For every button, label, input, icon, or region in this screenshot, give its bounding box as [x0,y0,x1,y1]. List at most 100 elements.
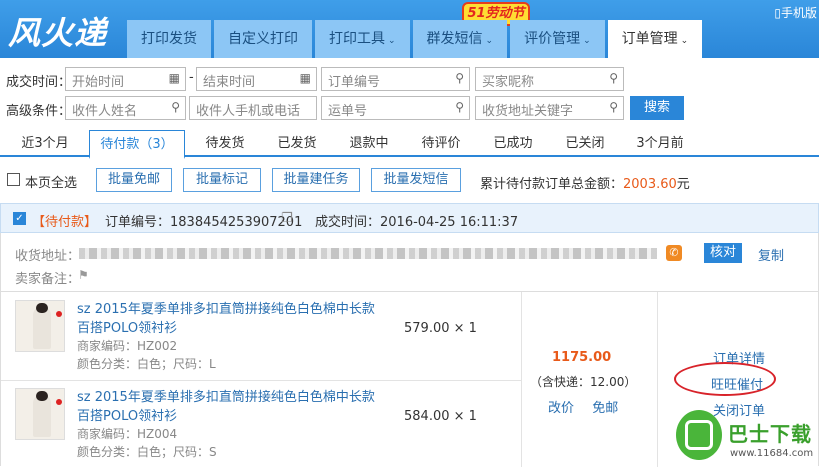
mobile-label: 手机版 [780,6,817,20]
tab-label: 打印发货 [141,31,197,47]
free-shipping-link[interactable]: 免邮 [592,401,618,416]
order-checkbox[interactable]: ✓ [13,212,26,225]
order-address-block: 收货地址： ✆ 核对 复制 卖家备注： ⚑ [0,233,819,291]
product-figure [33,395,51,437]
tab-awaiting-payment[interactable]: 待付款（3） [89,130,185,159]
recipient-name-placeholder: 收件人姓名 [72,104,138,119]
chevron-down-icon: ⌄ [583,36,591,46]
bulk-create-task-button[interactable]: 批量建任务 [272,168,360,192]
recipient-name-input[interactable]: 收件人姓名 ⚲ [65,96,186,120]
tab-label: 自定义打印 [228,31,298,47]
phone-icon: ▯ [774,6,781,20]
order-status-tabs: 近3个月 待付款（3） 待发货 已发货 退款中 待评价 已成功 已关闭 3个月前 [0,130,819,159]
order-header: ✓ 【待付款】 订单编号：1838454253907201 ❐ 成交时间：201… [0,203,819,233]
flag-icon[interactable]: ⚑ [78,268,89,282]
tab-print-ship[interactable]: 打印发货 [127,20,211,58]
tab-order-manage[interactable]: 订单管理 ⌄ [607,20,703,58]
chevron-down-icon: ⌄ [680,36,689,46]
tab-last-3-months[interactable]: 近3个月 [10,130,80,157]
lantern-decoration [56,399,62,405]
select-all-checkbox[interactable] [7,173,20,186]
tab-awaiting-review[interactable]: 待评价 [408,130,474,157]
app-logo[interactable]: 风火递 [8,8,107,54]
bulk-free-shipping-button[interactable]: 批量免邮 [96,168,172,192]
end-time-input[interactable]: 结束时间 ▦ [196,67,317,91]
modify-price-link[interactable]: 改价 [548,401,574,416]
tab-label: 订单管理 [621,31,678,47]
bulk-mark-button[interactable]: 批量标记 [183,168,261,192]
item-price: 579.00 × 1 [404,321,477,336]
waybill-input[interactable]: 运单号 ⚲ [321,96,470,120]
start-time-input[interactable]: 开始时间 ▦ [65,67,186,91]
site-watermark: 巴士下载 www.11684.com [672,406,819,466]
watermark-text: 巴士下载 [728,422,812,446]
highlight-ring [674,362,776,396]
recipient-phone-placeholder: 收件人手机或电话 [196,104,301,119]
start-time-placeholder: 开始时间 [72,75,125,90]
copy-address-link[interactable]: 复制 [758,245,784,264]
chevron-down-icon: ⌄ [388,36,396,46]
select-all-label: 本页全选 [25,176,78,191]
payment-amount: 1175.00 [552,350,612,365]
search-icon: ⚲ [609,71,618,85]
bulk-send-sms-button[interactable]: 批量发短信 [371,168,461,192]
end-time-placeholder: 结束时间 [203,75,256,90]
address-keyword-input[interactable]: 收货地址关键字 ⚲ [475,96,624,120]
tab-review-manage[interactable]: 评价管理 ⌄ [510,20,605,58]
search-icon: ⚲ [455,71,464,85]
product-spec: 颜色分类：白色；尺码：S [77,445,217,459]
seller-note-label: 卖家备注： [15,272,81,287]
tab-awaiting-shipment[interactable]: 待发货 [192,130,258,157]
merchant-code: 商家编码：HZ002 [77,339,178,353]
recipient-phone-input[interactable]: 收件人手机或电话 [189,96,317,120]
product-figure-head [36,391,48,401]
shipping-fee: （含快递：12.00） [530,375,637,389]
search-button[interactable]: 搜索 [630,96,684,120]
order-item: sz 2015年夏季单排多扣直筒拼接纯色白色棉中长款百搭POLO领衬衫 商家编码… [1,380,521,468]
tab-older-than-3-months[interactable]: 3个月前 [624,130,696,157]
order-number: 订单编号：1838454253907201 [105,211,302,230]
product-figure-head [36,303,48,313]
bulk-actions-bar: 本页全选 批量免邮 批量标记 批量建任务 批量发短信 累计待付款订单总金额：20… [0,168,819,193]
tab-succeeded[interactable]: 已成功 [480,130,546,157]
range-dash: - [189,70,194,85]
address-keyword-placeholder: 收货地址关键字 [482,104,574,119]
product-thumbnail[interactable] [15,388,65,440]
tab-custom-print[interactable]: 自定义打印 [214,20,312,58]
tab-shipped[interactable]: 已发货 [264,130,330,157]
verify-button[interactable]: 核对 [704,243,742,263]
waybill-placeholder: 运单号 [328,104,368,119]
total-unit: 元 [676,177,690,192]
advanced-label: 高级条件： [6,104,72,119]
order-item: sz 2015年夏季单排多扣直筒拼接纯色白色棉中长款百搭POLO领衬衫 商家编码… [1,292,521,380]
deal-time: 成交时间：2016-04-25 16:11:37 [315,211,518,230]
price-actions: 改价 免邮 [548,397,618,416]
product-figure [33,307,51,349]
calendar-icon: ▦ [168,71,180,85]
watermark-logo-icon [676,410,722,460]
product-thumbnail[interactable] [15,300,65,352]
tab-label: 群发短信 [426,31,483,47]
product-spec: 颜色分类：白色；尺码：L [77,357,216,371]
mobile-version-link[interactable]: ▯手机版 [774,4,817,21]
pending-total: 累计待付款订单总金额：2003.60元 [480,173,690,192]
total-label: 累计待付款订单总金额： [480,177,624,192]
buyer-nickname-placeholder: 买家昵称 [482,75,535,90]
search-icon: ⚲ [455,100,464,114]
phone-icon[interactable]: ✆ [666,245,682,261]
order-number-input[interactable]: 订单编号 ⚲ [321,67,470,91]
deal-time-label: 成交时间： [6,75,72,90]
main-nav: 打印发货 自定义打印 打印工具 ⌄ 群发短信 ⌄ 评价管理 ⌄ 订单管理 ⌄ [127,20,705,58]
product-title-link[interactable]: sz 2015年夏季单排多扣直筒拼接纯色白色棉中长款百搭POLO领衬衫 [77,300,387,338]
product-title-link[interactable]: sz 2015年夏季单排多扣直筒拼接纯色白色棉中长款百搭POLO领衬衫 [77,388,387,426]
tab-print-tools[interactable]: 打印工具 ⌄ [315,20,410,58]
buyer-nickname-input[interactable]: 买家昵称 ⚲ [475,67,624,91]
tab-bulk-sms[interactable]: 群发短信 ⌄ [412,20,508,58]
tab-closed[interactable]: 已关闭 [552,130,618,157]
tab-refunding[interactable]: 退款中 [336,130,402,157]
search-icon: ⚲ [609,100,618,114]
copy-icon[interactable]: ❐ [281,211,293,226]
total-amount: 2003.60 [623,177,677,192]
order-number-placeholder: 订单编号 [328,75,381,90]
order-status: 【待付款】 [32,215,98,230]
